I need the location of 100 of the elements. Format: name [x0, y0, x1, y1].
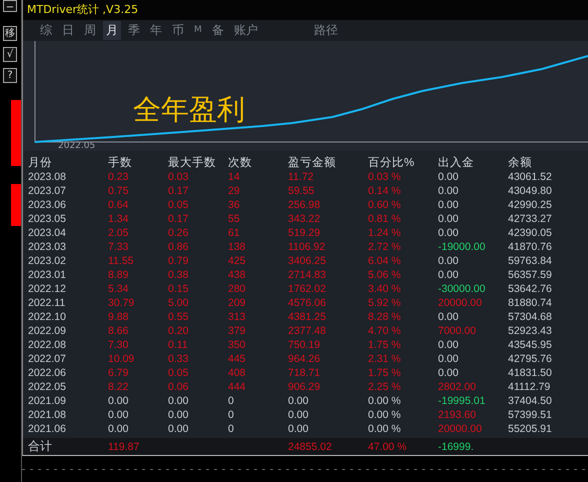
table-cell-text: 0.33 — [168, 353, 190, 365]
table-cell-text: 43061.52 — [508, 171, 553, 183]
table-cell-text: 0.20 — [168, 325, 190, 337]
table-cell-text: 7000.00 — [438, 325, 477, 337]
column-header: 盈亏金额 — [288, 156, 337, 170]
tab[interactable]: 备 — [208, 20, 227, 40]
table-cell-text: 0 — [228, 395, 235, 407]
table-cell-text: 0.60 % — [368, 199, 402, 211]
tab[interactable]: 币 — [169, 20, 187, 40]
table-cell-text: 750.19 — [288, 339, 322, 351]
table-cell-text: 6.04 % — [368, 255, 402, 267]
table-cell-text: 0.00 % — [368, 409, 402, 421]
table-cell-text: 41112.79 — [508, 381, 552, 393]
tab[interactable]: 日 — [59, 20, 77, 40]
table-cell-text: 1.34 — [108, 213, 130, 225]
table-cell-text: -19995.01 — [438, 395, 486, 407]
table-cell-text: 0.11 — [168, 339, 189, 351]
table-cell-text: 5.92 % — [368, 297, 402, 309]
table-cell-text: 2023.01 — [28, 269, 67, 281]
table-cell-text: 6.79 — [108, 367, 130, 379]
table-cell-text: 59763.84 — [508, 255, 553, 267]
table-cell-text: 42390.05 — [508, 227, 553, 239]
table-cell-text: 57399.51 — [508, 409, 553, 421]
table-cell-text: 0.26 — [168, 227, 190, 239]
table-cell-text: 2022.05 — [28, 381, 67, 393]
table-cell-text: 56357.59 — [508, 269, 553, 281]
table-cell-text: 55 — [228, 213, 241, 225]
table-cell-text: 0.00 — [108, 395, 130, 407]
table-cell-text: 0.03 % — [368, 171, 402, 183]
table-cell-text: 964.26 — [288, 353, 322, 365]
tab[interactable]: 账户 — [230, 20, 261, 40]
table-cell-text: 55205.91 — [508, 423, 553, 435]
table-cell-text: 2022.10 — [28, 311, 67, 323]
table-cell-text: 408 — [228, 367, 247, 379]
table-cell-text: 81880.74 — [508, 297, 553, 309]
table-cell-text: 43545.95 — [508, 339, 553, 351]
tool-button[interactable]: ? — [3, 68, 17, 83]
table-cell-text: 2.31 % — [368, 353, 402, 365]
tool-button[interactable]: 移 — [3, 26, 17, 41]
total-cell-text: -16999. — [438, 440, 475, 452]
table-cell-text: 0 — [228, 409, 235, 421]
tab[interactable]: 季 — [125, 20, 143, 40]
table-cell-text: 2023.05 — [28, 213, 67, 225]
table-cell-text: 1.75 % — [368, 367, 402, 379]
table-cell-text: 5.00 — [168, 297, 190, 309]
table-cell-text: 5.06 % — [368, 269, 402, 281]
table-cell-text: 1106.92 — [288, 241, 326, 253]
table-cell-text: 0.00 — [168, 409, 190, 421]
table-cell-text: 438 — [228, 269, 247, 281]
table-cell-text: 0.00 — [438, 311, 460, 323]
table-cell-text: 2023.03 — [28, 241, 67, 253]
table-cell-text: 14 — [228, 171, 241, 183]
table-cell-text: 10.09 — [108, 353, 136, 365]
tab[interactable]: 月 — [103, 20, 121, 40]
table-cell-text: 0.00 — [438, 269, 460, 281]
table-cell-text: 30.79 — [108, 297, 136, 309]
table-cell-text: 2021.08 — [28, 409, 67, 421]
table-cell-text: 7.30 — [108, 339, 130, 351]
table-cell-text: 59.55 — [288, 185, 316, 197]
table-cell-text: 0 — [228, 423, 235, 435]
table-cell-text: 2023.08 — [28, 171, 67, 183]
table-cell-text: 0.15 — [168, 283, 190, 295]
table-cell-text: 3406.25 — [288, 255, 327, 267]
table-cell-text: 42990.25 — [508, 199, 553, 211]
tool-button[interactable]: − — [3, 0, 17, 12]
table-cell-text: 0.00 — [288, 409, 310, 421]
table-cell-text: -19000.00 — [438, 241, 486, 253]
tool-button[interactable]: √ — [3, 47, 17, 62]
table-cell-text: 20000.00 — [438, 297, 483, 309]
table-cell-text: 4.70 % — [368, 325, 402, 337]
table-cell-text: 0.75 — [108, 185, 130, 197]
total-cell-text: 119.87 — [108, 440, 140, 452]
tab[interactable]: 综 — [37, 20, 55, 40]
column-header: 手数 — [108, 155, 133, 170]
volume-bar — [11, 100, 21, 166]
table-cell-text: 2.72 % — [368, 241, 402, 253]
table-cell-text: 43049.80 — [508, 185, 553, 197]
table-cell-text: 3.40 % — [368, 283, 402, 295]
table-cell-text: 2022.08 — [28, 339, 67, 351]
table-cell-text: 0.00 % — [368, 423, 402, 435]
volume-bar — [11, 184, 21, 226]
table-cell-text: 0.00 — [438, 213, 460, 225]
table-cell-text: 0.14 % — [368, 185, 402, 197]
table-cell-text: 0.03 — [168, 171, 190, 183]
tab[interactable]: M — [191, 24, 205, 36]
table-cell-text: 2023.02 — [28, 255, 67, 267]
table-cell-text: 0.00 — [438, 367, 460, 379]
total-cell-text: 24855.02 — [288, 440, 333, 452]
table-cell-text: 0.00 % — [368, 395, 402, 407]
table-cell-text: 0.86 — [168, 241, 190, 253]
table-cell-text: 0.05 — [168, 199, 190, 211]
table-cell-text: 8.28 % — [368, 311, 402, 323]
tab[interactable]: 周 — [81, 20, 99, 40]
tab[interactable]: 路径 — [310, 20, 341, 40]
table-cell-text: 0.00 — [288, 395, 310, 407]
table-cell-text: 1762.02 — [288, 283, 327, 295]
tab[interactable]: 年 — [147, 20, 165, 40]
table-cell-text: 2.25 % — [368, 381, 402, 393]
table-cell-text: 0.00 — [438, 199, 460, 211]
table-cell-text: 445 — [228, 353, 247, 365]
